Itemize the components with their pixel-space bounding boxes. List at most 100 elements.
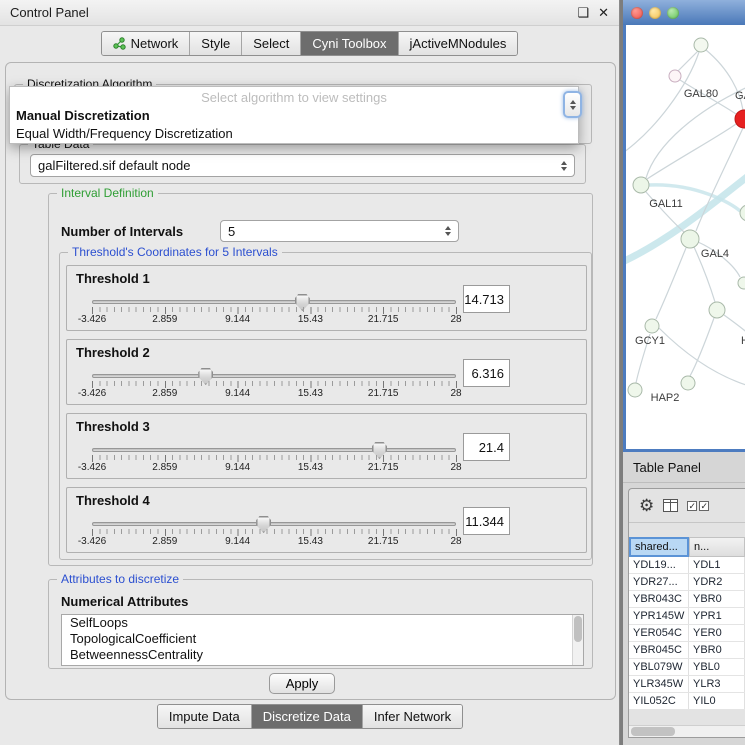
- threshold-2-slider[interactable]: [92, 374, 456, 378]
- select-columns-icon[interactable]: ✓ ✓: [687, 501, 709, 511]
- network-canvas[interactable]: GAL80GAGAL11GAL4GCY1HHAP2: [626, 25, 745, 449]
- table-cell: YDR27...: [629, 574, 689, 590]
- network-edge[interactable]: [690, 318, 714, 376]
- table-toolbar: ⚙ ✓ ✓: [629, 489, 745, 523]
- tab-select[interactable]: Select: [242, 32, 301, 55]
- float-window-icon[interactable]: ❑: [577, 5, 589, 21]
- table-row[interactable]: YBR043CYBR0: [629, 591, 745, 608]
- tab-label: Select: [253, 36, 289, 51]
- tab-impute-data[interactable]: Impute Data: [158, 705, 252, 728]
- network-node[interactable]: [645, 319, 659, 333]
- tab-network[interactable]: Network: [102, 32, 191, 55]
- tab-style[interactable]: Style: [190, 32, 242, 55]
- attribute-list-item[interactable]: SelfLoops: [62, 615, 583, 631]
- scale-tick-label: 9.144: [225, 314, 250, 325]
- tab-label: Impute Data: [169, 709, 240, 724]
- table-row[interactable]: YDR27...YDR2: [629, 574, 745, 591]
- scale-tick-label: 9.144: [225, 536, 250, 547]
- network-node[interactable]: [628, 383, 642, 397]
- tab-cyni-toolbox[interactable]: Cyni Toolbox: [301, 32, 398, 55]
- table-row[interactable]: YBL079WYBL0: [629, 659, 745, 676]
- threshold-label: Threshold 4: [76, 493, 150, 508]
- table-cell: YPR145W: [629, 608, 689, 624]
- attribute-list-item[interactable]: TopologicalCoefficient: [62, 631, 583, 647]
- table-cell: YIL0: [689, 693, 745, 709]
- slider-major-ticks: [92, 307, 457, 314]
- scale-tick-label: -3.426: [78, 314, 106, 325]
- attribute-list-item[interactable]: BetweennessCentrality: [62, 647, 583, 663]
- network-edge[interactable]: [626, 52, 699, 155]
- tab-jactivemnodules[interactable]: jActiveMNodules: [399, 32, 518, 55]
- zoom-traffic-light[interactable]: [667, 7, 679, 19]
- number-of-intervals-combobox[interactable]: 5: [220, 220, 459, 242]
- scale-tick-label: 2.859: [152, 462, 177, 473]
- threshold-value-field[interactable]: 14.713: [463, 285, 510, 313]
- threshold-4-slider[interactable]: [92, 522, 456, 526]
- network-edge[interactable]: [656, 248, 686, 319]
- scale-tick-label: -3.426: [78, 388, 106, 399]
- minimize-traffic-light[interactable]: [649, 7, 661, 19]
- table-cell: YDL1: [689, 557, 745, 573]
- table-row[interactable]: YDL19...YDL1: [629, 557, 745, 574]
- algorithm-combo-stepper[interactable]: [563, 91, 582, 118]
- network-node[interactable]: [740, 205, 745, 221]
- threshold-value-field[interactable]: 6.316: [463, 359, 510, 387]
- network-node[interactable]: [709, 302, 725, 318]
- threshold-3-slider[interactable]: [92, 448, 456, 452]
- table-row[interactable]: YLR345WYLR3: [629, 676, 745, 693]
- network-edge[interactable]: [659, 328, 745, 385]
- table-row[interactable]: YIL052CYIL0: [629, 693, 745, 710]
- algorithm-placeholder-option[interactable]: Select algorithm to view settings: [10, 87, 578, 107]
- slider-scale: -3.4262.8599.14415.4321.71528: [92, 462, 456, 474]
- apply-button[interactable]: Apply: [269, 673, 335, 694]
- network-node[interactable]: [738, 277, 745, 289]
- scrollbar-thumb[interactable]: [574, 616, 582, 642]
- table-data-combobox[interactable]: galFiltered.sif default node: [30, 154, 575, 177]
- table-row[interactable]: YPR145WYPR1: [629, 608, 745, 625]
- gear-icon[interactable]: ⚙: [639, 497, 654, 514]
- algorithm-option-equal-width[interactable]: Equal Width/Frequency Discretization: [10, 125, 578, 143]
- threshold-2-box: Threshold 2 -3.4262.8599.14415.4321.7152…: [66, 339, 587, 405]
- threshold-1-slider[interactable]: [92, 300, 456, 304]
- scale-tick-label: 15.43: [298, 314, 323, 325]
- threshold-value-field[interactable]: 21.4: [463, 433, 510, 461]
- close-icon[interactable]: ✕: [598, 5, 609, 21]
- scale-tick-label: 21.715: [368, 462, 399, 473]
- network-node[interactable]: [681, 376, 695, 390]
- node-label: GAL11: [649, 198, 682, 210]
- attributes-group: Attributes to discretize Numerical Attri…: [48, 579, 593, 669]
- network-node[interactable]: [669, 70, 681, 82]
- tab-discretize-data[interactable]: Discretize Data: [252, 705, 363, 728]
- list-scrollbar[interactable]: [572, 615, 583, 665]
- node-label: GA: [735, 90, 745, 102]
- network-node[interactable]: [681, 230, 699, 248]
- window-title: Control Panel: [10, 5, 89, 20]
- network-node[interactable]: [633, 177, 649, 193]
- network-node[interactable]: [694, 38, 708, 52]
- columns-icon[interactable]: [663, 499, 678, 512]
- column-header-shared-name[interactable]: shared...: [629, 537, 689, 557]
- interval-definition-group: Interval Definition Number of Intervals …: [48, 193, 593, 566]
- tab-infer-network[interactable]: Infer Network: [363, 705, 462, 728]
- threshold-value-field[interactable]: 11.344: [463, 507, 510, 535]
- table-panel-window: ⚙ ✓ ✓ shared... n... YDL19...YDL1YDR27..…: [628, 488, 745, 738]
- scrollbar-thumb[interactable]: [631, 727, 675, 736]
- network-view[interactable]: GAL80GAGAL11GAL4GCY1HHAP2: [623, 25, 745, 452]
- scale-tick-label: 15.43: [298, 462, 323, 473]
- column-header-name[interactable]: n...: [689, 537, 745, 557]
- scale-tick-label: 9.144: [225, 388, 250, 399]
- table-cell: YBL0: [689, 659, 745, 675]
- scale-tick-label: -3.426: [78, 462, 106, 473]
- scale-tick-label: 15.43: [298, 536, 323, 547]
- table-cell: YER054C: [629, 625, 689, 641]
- close-traffic-light[interactable]: [631, 7, 643, 19]
- scale-tick-label: 28: [450, 314, 461, 325]
- numerical-attributes-list[interactable]: SelfLoopsTopologicalCoefficientBetweenne…: [61, 614, 584, 666]
- horizontal-scrollbar[interactable]: [629, 725, 745, 737]
- network-node[interactable]: [735, 110, 745, 128]
- algorithm-option-manual[interactable]: Manual Discretization: [10, 107, 578, 125]
- network-edge[interactable]: [696, 128, 743, 231]
- combo-arrows-icon: [445, 226, 451, 236]
- table-row[interactable]: YER054CYER0: [629, 625, 745, 642]
- table-row[interactable]: YBR045CYBR0: [629, 642, 745, 659]
